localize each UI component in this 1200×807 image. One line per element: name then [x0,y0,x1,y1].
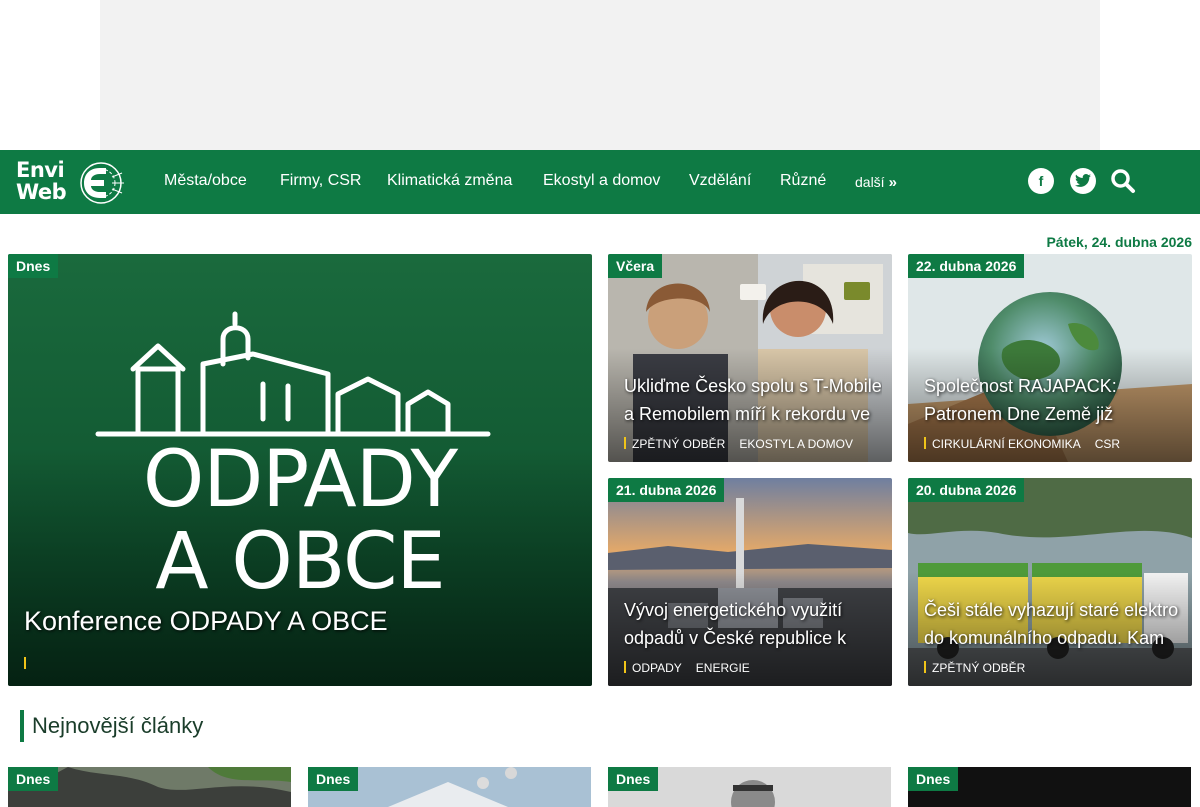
nav-item-ruzne[interactable]: Různé [780,171,826,191]
featured-image-text-line2: A OBCE [155,517,445,607]
card-4-date-badge: 20. dubna 2026 [908,478,1025,502]
featured-image-text: ODPADY A OBCE [8,439,592,603]
card-1-title[interactable]: Ukliďme Česko spolu s T-Mobile a Remobil… [624,372,882,428]
current-date: Pátek, 24. dubna 2026 [1046,234,1192,250]
enviweb-logo[interactable]: Envi Web [14,158,132,208]
card-2-tag-2[interactable]: CSR [1095,437,1120,451]
article-card-3[interactable]: 21. dubna 2026 Vývoj energetického využi… [608,478,892,686]
card-3-tags: Odpady Energie [624,660,764,676]
nav-item-firmy-csr[interactable]: Firmy, CSR [280,171,361,191]
card-3-title[interactable]: Vývoj energetického využití odpadů v Čes… [624,596,882,652]
logo-text-line2: Web [16,180,67,204]
card-1-tag-2[interactable]: Ekostyl a domov [739,437,853,451]
tag-separator [924,437,926,449]
featured-article-title[interactable]: Konference ODPADY A OBCE [24,604,582,638]
article-card-4[interactable]: 20. dubna 2026 Češi stále vyhazují staré… [908,478,1192,686]
latest-articles-heading: Nejnovější články [20,710,203,742]
card-1-tags: Zpětný odběr Ekostyl a domov [624,436,867,452]
article-card-1[interactable]: Včera Ukliďme Česko spolu s T-Mobile a R… [608,254,892,462]
featured-article-tags [24,656,32,672]
advertisement-banner [100,0,1100,150]
latest-article-card-3[interactable]: Dnes [608,767,891,807]
card-4-title[interactable]: Češi stále vyhazují staré elektro do kom… [924,596,1182,652]
featured-article-card[interactable]: ODPADY A OBCE Dnes Konference ODPADY A O… [8,254,592,686]
nav-item-vzdelani[interactable]: Vzdělání [689,171,751,191]
card-3-tag-1[interactable]: Odpady [632,661,682,675]
tag-separator [24,657,26,669]
double-chevron-right-icon: » [888,174,897,191]
latest-2-date-badge: Dnes [308,767,359,791]
featured-date-badge: Dnes [8,254,59,278]
nav-more-button[interactable]: další» [855,173,897,192]
featured-image-text-line1: ODPADY [142,435,458,525]
nav-item-mesta-obce[interactable]: Města/obce [164,171,247,191]
tag-separator [624,437,626,449]
article-card-2[interactable]: 22. dubna 2026 Společnost RAJAPACK: Patr… [908,254,1192,462]
card-3-date-badge: 21. dubna 2026 [608,478,725,502]
logo-e-globe-icon [80,162,124,204]
card-4-tag-1[interactable]: Zpětný odběr [932,661,1025,675]
twitter-icon[interactable] [1070,168,1096,194]
latest-article-card-2[interactable]: Dnes [308,767,591,807]
card-2-tag-1[interactable]: Cirkulární ekonomika [932,437,1081,451]
card-2-date-badge: 22. dubna 2026 [908,254,1025,278]
tag-separator [624,661,626,673]
latest-4-date-badge: Dnes [908,767,959,791]
latest-article-card-4[interactable]: Dnes [908,767,1191,807]
latest-article-card-1[interactable]: Dnes [8,767,291,807]
latest-1-date-badge: Dnes [8,767,59,791]
logo-text-line1: Envi [16,158,65,182]
nav-item-ekostyl-domov[interactable]: Ekostyl a domov [543,171,660,191]
search-icon[interactable] [1110,168,1136,194]
nav-more-label: další [855,174,885,190]
main-navbar: Envi Web Města/obce Firmy, CSR Klimatick… [0,150,1200,214]
nav-item-klimaticka-zmena[interactable]: Klimatická změna [387,171,512,191]
tag-separator [924,661,926,673]
card-3-tag-2[interactable]: Energie [696,661,750,675]
card-2-title[interactable]: Společnost RAJAPACK: Patronem Dne Země j… [924,372,1182,428]
card-2-tags: Cirkulární ekonomika CSR [924,436,1134,452]
card-1-date-badge: Včera [608,254,663,278]
latest-3-date-badge: Dnes [608,767,659,791]
facebook-icon[interactable]: f [1028,168,1054,194]
card-1-tag-1[interactable]: Zpětný odběr [632,437,725,451]
card-4-tags: Zpětný odběr [924,660,1039,676]
